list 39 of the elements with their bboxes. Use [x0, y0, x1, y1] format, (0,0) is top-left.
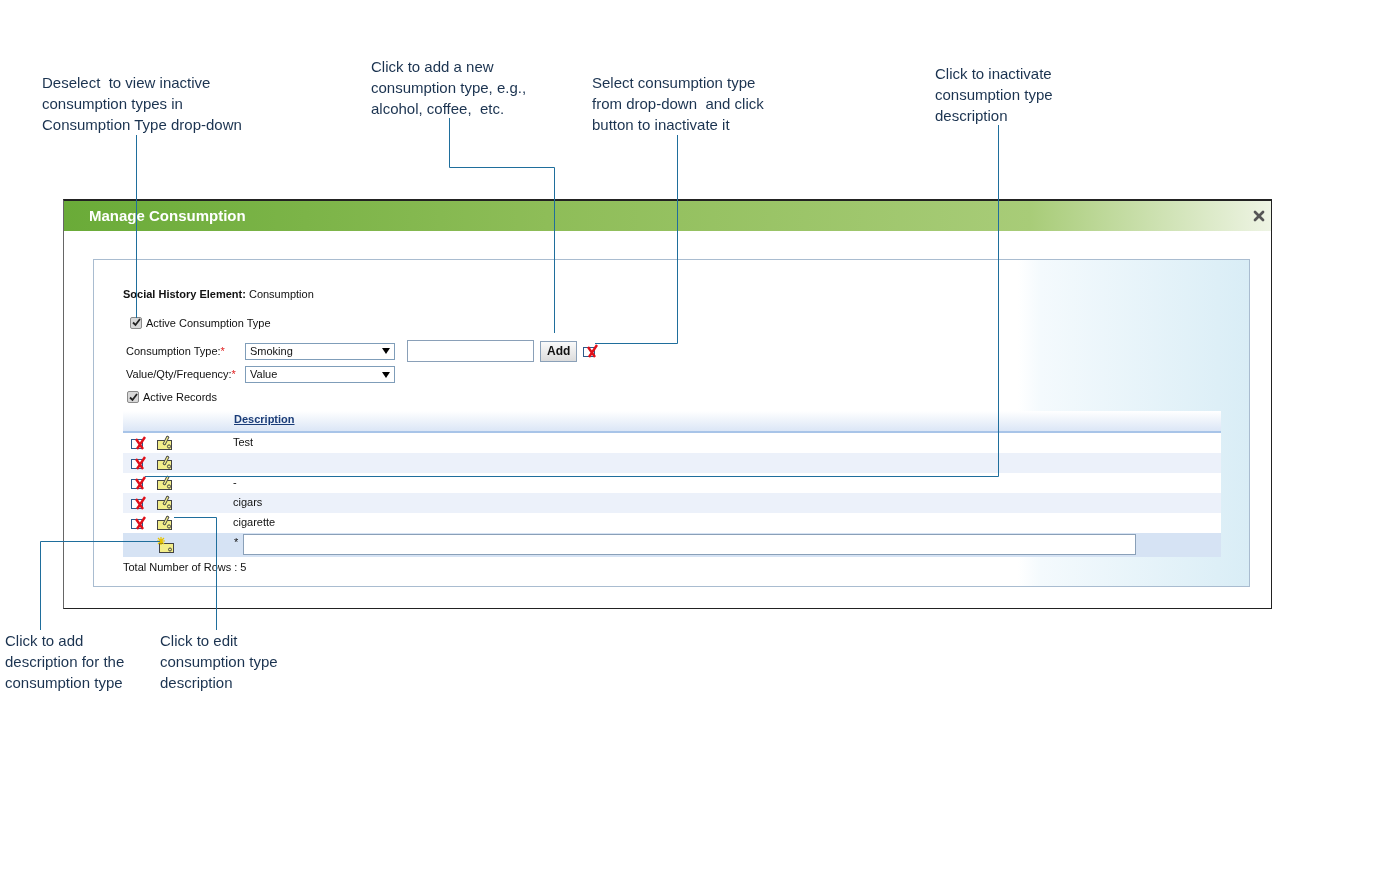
- callout-text: Click to inactivate consumption type description: [935, 64, 1053, 126]
- column-header[interactable]: Description: [234, 411, 295, 428]
- edit-icon[interactable]: [157, 455, 173, 470]
- callout-text: Click to add a new consumption type, e.g., alcohol, coffee, etc.: [371, 57, 527, 119]
- value-dropdown[interactable]: Value: [245, 366, 395, 383]
- table-cell-text: cigars: [233, 495, 263, 511]
- edit-icon[interactable]: [157, 435, 173, 450]
- inactivate-icon[interactable]: [583, 344, 601, 358]
- field-label: Consumption Type:*: [126, 344, 225, 357]
- callout-text: Deselect to view inactive consumption types in Consumption Type drop-down: [42, 73, 242, 135]
- dialog-title: Manage Consumption: [89, 205, 246, 226]
- add-row-icon[interactable]: [156, 536, 174, 553]
- caret-icon: [382, 371, 390, 378]
- callout-text: Click to edit consumption type description: [160, 631, 278, 693]
- checkbox[interactable]: [127, 391, 139, 404]
- checkbox-label: Active Consumption Type: [146, 315, 271, 331]
- checkbox-label: Active Records: [143, 390, 217, 405]
- delete-icon[interactable]: [131, 475, 148, 490]
- table-cell-text: cigarette: [233, 515, 276, 531]
- callout-text: Click to add description for the consumption type: [5, 631, 125, 693]
- checkbox[interactable]: [130, 316, 142, 329]
- table-cell-text: -: [233, 475, 237, 491]
- field-label: Value/Qty/Frequency:*: [126, 368, 236, 381]
- add-button[interactable]: Add: [540, 340, 578, 362]
- table-cell-text: Test: [233, 435, 254, 451]
- delete-icon[interactable]: [131, 515, 148, 530]
- delete-icon[interactable]: [131, 455, 148, 470]
- callout-text: Select consumption type from drop-down and click button to inactivate it: [592, 73, 764, 135]
- required-mark: *: [234, 534, 239, 550]
- delete-icon[interactable]: [131, 495, 148, 510]
- consumption-type-dropdown[interactable]: Smoking: [245, 342, 395, 360]
- edit-icon[interactable]: [157, 475, 173, 490]
- edit-icon[interactable]: [157, 515, 173, 530]
- delete-icon[interactable]: [131, 435, 148, 450]
- close-icon[interactable]: [1251, 208, 1267, 224]
- new-type-input[interactable]: [407, 340, 534, 362]
- caret-icon: [382, 348, 390, 354]
- description-input[interactable]: [243, 534, 1137, 555]
- edit-icon[interactable]: [157, 495, 173, 510]
